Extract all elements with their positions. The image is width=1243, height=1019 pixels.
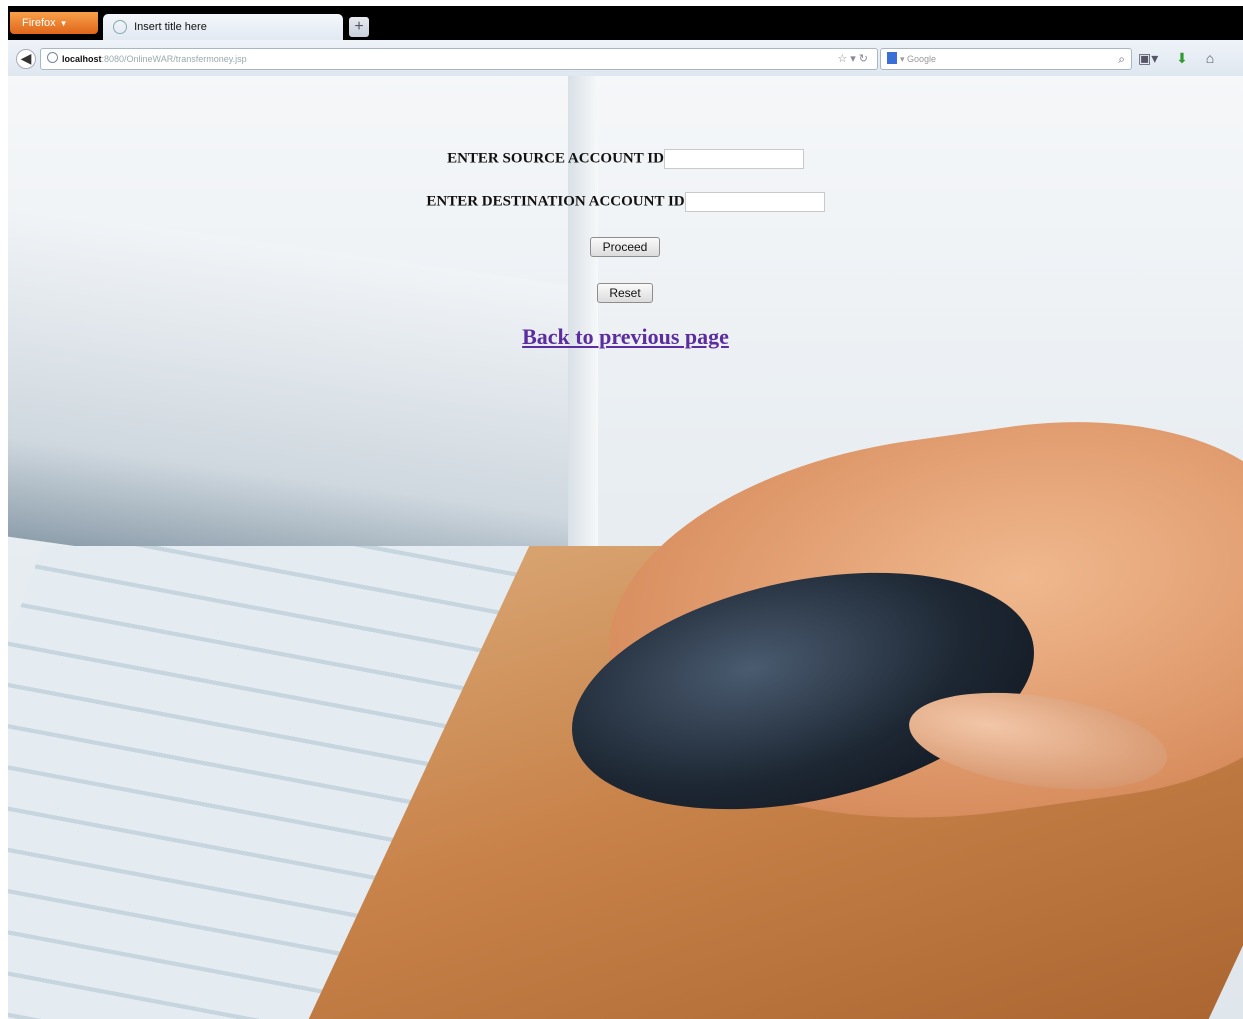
source-account-input[interactable]: [663, 149, 804, 169]
url-bar[interactable]: localhost:8080/OnlineWAR/transfermoney.j…: [40, 48, 878, 70]
source-account-row: ENTER SOURCE ACCOUNT ID: [8, 149, 1243, 169]
chevron-down-icon: ▼: [59, 19, 68, 28]
magnifier-icon[interactable]: ⌕: [1118, 49, 1125, 69]
page-favicon-icon: [113, 20, 127, 35]
url-host: localhost: [62, 54, 102, 64]
google-icon[interactable]: [887, 52, 897, 64]
source-account-label: ENTER SOURCE ACCOUNT ID: [447, 150, 664, 167]
bookmark-star-icon[interactable]: ☆: [837, 53, 850, 65]
destination-account-input[interactable]: [684, 192, 825, 212]
sidebar-icon[interactable]: ▣▾: [1138, 50, 1158, 66]
home-icon[interactable]: ⌂: [1206, 50, 1214, 66]
chevron-down-icon: ▾: [900, 54, 908, 64]
url-path: :8080/OnlineWAR/transfermoney.jsp: [101, 54, 247, 64]
download-icon[interactable]: ⬇: [1176, 50, 1188, 66]
reload-icon[interactable]: ↻: [859, 53, 871, 65]
firefox-menu-button[interactable]: Firefox ▼: [10, 12, 98, 34]
tab-title: Insert title here: [134, 21, 207, 33]
destination-account-label: ENTER DESTINATION ACCOUNT ID: [426, 193, 685, 210]
transfer-form: ENTER SOURCE ACCOUNT ID ENTER DESTINATIO…: [8, 76, 1243, 376]
back-arrow-icon[interactable]: ◀: [16, 49, 36, 69]
back-to-previous-page-link[interactable]: Back to previous page: [8, 324, 1243, 350]
new-tab-button[interactable]: +: [349, 17, 369, 37]
browser-tab[interactable]: Insert title here: [103, 14, 343, 40]
tab-bar: Firefox ▼ Insert title here +: [8, 6, 1243, 40]
firefox-menu-label: Firefox: [22, 17, 56, 29]
proceed-button[interactable]: Proceed: [590, 237, 660, 257]
search-bar[interactable]: ▾ Google ⌕: [880, 48, 1132, 70]
search-placeholder: Google: [907, 54, 937, 64]
chevron-down-icon[interactable]: ▾: [850, 53, 859, 65]
destination-account-row: ENTER DESTINATION ACCOUNT ID: [8, 192, 1243, 212]
reset-button[interactable]: Reset: [597, 283, 653, 303]
globe-icon: [47, 52, 58, 63]
navigation-bar: ◀ localhost:8080/OnlineWAR/transfermoney…: [8, 40, 1243, 77]
